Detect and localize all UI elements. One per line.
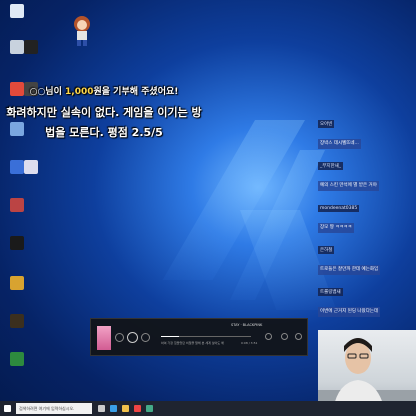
desktop-icon-11[interactable] [2, 276, 32, 290]
app-icon [10, 198, 24, 212]
close-icon[interactable] [295, 333, 302, 340]
chat-username: 트롤링뱀새 [318, 288, 343, 296]
explorer-icon[interactable] [122, 405, 129, 412]
album-art [97, 326, 111, 350]
edge-icon[interactable] [110, 405, 117, 412]
app-icon [10, 236, 24, 250]
player-time: 0:08 / 3:51 [241, 341, 258, 345]
chat-message: 트로들은 잘만까 한데 예는화임 [318, 265, 381, 275]
chat-message: 예의 스킨 만석에 별 받은 거야 [318, 181, 379, 191]
donor-name: ○○님이 [29, 87, 62, 97]
song-title: STAY · BLACKPINK [231, 323, 263, 327]
progress-bar[interactable] [161, 336, 251, 337]
start-icon[interactable] [4, 405, 11, 412]
donation-message: 화려하지만 실속이 없다. 게임을 이기는 방 법을 모른다. 평점 2.5/5 [4, 103, 204, 143]
chat-item: _무지한새_ 예의 스킨 만석에 별 받은 거야 [318, 152, 416, 191]
desktop-icon-12[interactable] [2, 314, 32, 328]
character-sticker-icon [74, 16, 90, 46]
taskbar-search-box[interactable]: 검색하려면 여기에 입력하십시오. [16, 403, 92, 414]
desktop-icon-10[interactable] [2, 236, 32, 250]
donation-alert: ○○님이 1,000원을 기부해 주셨어요! 화려하지만 실속이 없다. 게임을… [4, 84, 204, 143]
chat-username: mondeenat0385 [318, 205, 360, 212]
media-player: STAY · BLACKPINK 하여 가장 힘들었던 비밀을 말해 본 세계 … [90, 318, 308, 356]
taskbar: 검색하려면 여기에 입력하십시오. [0, 401, 416, 416]
donation-headline: ○○님이 1,000원을 기부해 주셨어요! [4, 84, 204, 97]
pc-icon [10, 4, 24, 18]
chat-message: 이번에 근거지 된딩 나왔다는데 [318, 307, 381, 317]
donation-amount: 1,000 [65, 87, 94, 97]
previous-icon[interactable] [115, 333, 124, 342]
player-message: 하여 가장 힘들었던 비밀을 말해 본 세계 살아도 해 [161, 341, 224, 345]
chat-message: 장모 짱 ㅋㅋㅋㅋ [318, 223, 354, 233]
chat-username: _무지한새_ [318, 162, 344, 170]
app-icon [24, 40, 38, 54]
desktop-icon-1[interactable] [2, 4, 32, 18]
progress-fill [161, 336, 179, 337]
chat-message: 장박스 데시벨뜨네... [318, 139, 361, 149]
app-icon[interactable] [146, 405, 153, 412]
app-icon [10, 276, 24, 290]
chat-overlay: 오아빈 장박스 데시벨뜨네... _무지한새_ 예의 스킨 만석에 별 받은 거야 … [318, 110, 416, 362]
app-icon [10, 314, 24, 328]
chat-username: 은하철 [318, 246, 335, 254]
chat-item: 트롤링뱀새이번에 근거지 된딩 나왔다는데 [318, 278, 416, 317]
donation-message-line-2: 법을 모른다. 평점 2.5/5 [45, 126, 163, 139]
desktop-icon-8[interactable] [16, 160, 46, 174]
chat-username: 오아빈 [318, 120, 335, 128]
desktop: ○○님이 1,000원을 기부해 주셨어요! 화려하지만 실속이 없다. 게임을… [0, 0, 416, 416]
volume-icon[interactable] [265, 333, 272, 340]
chrome-icon[interactable] [134, 405, 141, 412]
donation-suffix: 원을 기부해 주셨어요! [93, 87, 179, 97]
desktop-icon-13[interactable] [2, 352, 32, 366]
chat-item: 은하철트로들은 잘만까 한데 예는화임 [318, 236, 416, 275]
desktop-icon-3[interactable] [16, 40, 46, 54]
desktop-icon-9[interactable] [2, 198, 32, 212]
play-pause-button[interactable] [127, 332, 138, 343]
task-view-icon[interactable] [98, 405, 105, 412]
settings-icon[interactable] [281, 333, 288, 340]
chat-item: mondeenat0385 장모 짱 ㅋㅋㅋㅋ [318, 194, 416, 233]
next-icon[interactable] [141, 333, 150, 342]
app-icon [10, 352, 24, 366]
donation-message-line-1: 화려하지만 실속이 없다. 게임을 이기는 방 [6, 106, 202, 119]
file-icon [24, 160, 38, 174]
chat-item: 오아빈장박스 데시벨뜨네... [318, 110, 416, 149]
